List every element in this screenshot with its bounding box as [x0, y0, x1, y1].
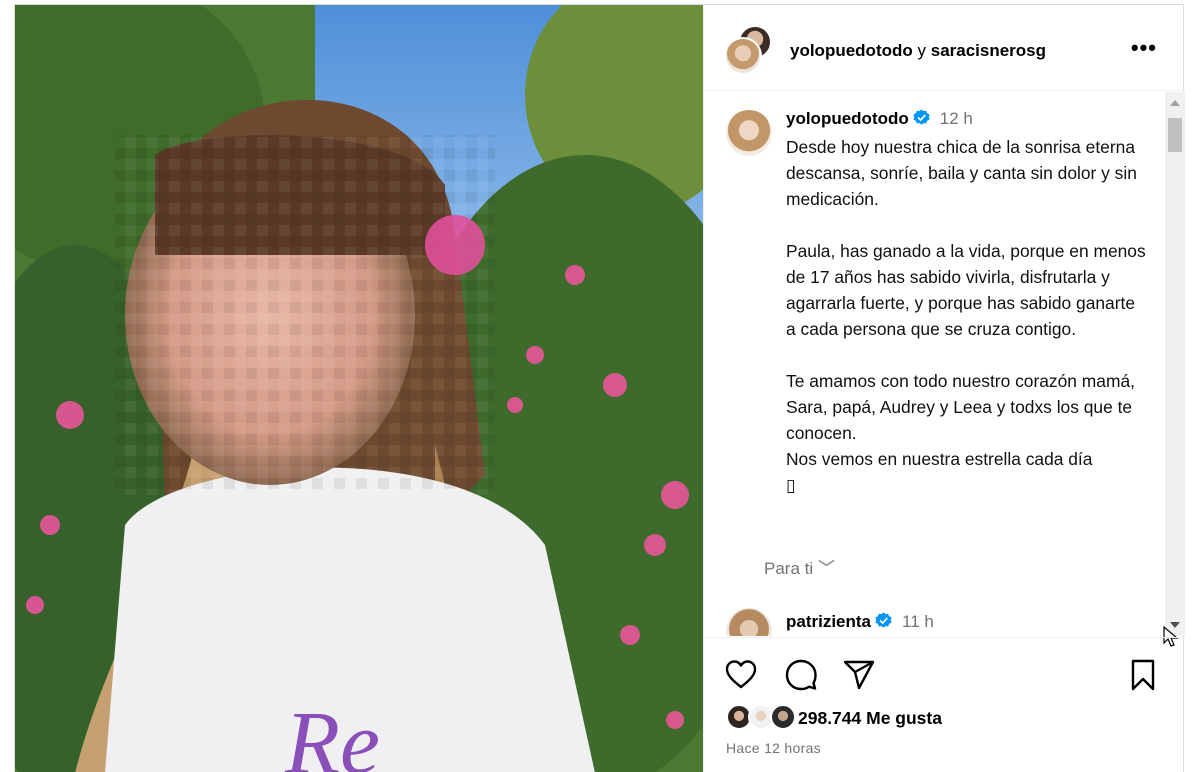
scrollbar[interactable] — [1165, 92, 1185, 636]
avatar-yolopuedotodo[interactable] — [724, 37, 762, 75]
comment-item: patrizienta 11 h — [726, 608, 1146, 636]
bookmark-icon[interactable] — [1126, 658, 1160, 692]
more-options-icon[interactable]: ••• — [1131, 35, 1157, 61]
comment-time[interactable]: 11 h — [902, 612, 934, 631]
comment-icon[interactable] — [784, 658, 818, 692]
translate-toggle[interactable]: Para ti ﹀ — [764, 554, 835, 579]
caption-meta: yolopuedotodo 12 h — [786, 108, 1146, 134]
author-link-2[interactable]: saracisnerosg — [931, 41, 1046, 60]
author-connector: y — [917, 41, 927, 60]
author-link-1[interactable]: yolopuedotodo — [790, 41, 913, 60]
photo-canvas: Re — [15, 5, 703, 772]
post-modal: Re yolopuedotodo y saracisnerosg ••• yol… — [14, 4, 1185, 772]
scrollbar-thumb[interactable] — [1168, 118, 1182, 152]
comment-avatar[interactable] — [726, 608, 772, 636]
comment-username[interactable]: patrizienta — [786, 612, 871, 631]
share-icon[interactable] — [842, 658, 876, 692]
post-photo[interactable]: Re — [15, 5, 703, 772]
caption-text: Desde hoy nuestra chica de la sonrisa et… — [786, 137, 1146, 495]
collab-avatars[interactable] — [724, 25, 774, 75]
liker-avatar-3[interactable] — [770, 704, 796, 730]
post-side-panel: yolopuedotodo y saracisnerosg ••• yolopu… — [703, 5, 1185, 772]
verified-badge-icon — [913, 109, 930, 125]
heart-icon[interactable] — [724, 658, 758, 692]
caption-time[interactable]: 12 h — [940, 109, 973, 128]
action-bar: 298.744 Me gusta Hace 12 horas — [704, 637, 1185, 772]
caption-body: yolopuedotodo 12 h Desde hoy nuestra chic… — [786, 108, 1146, 498]
caption-avatar[interactable] — [726, 110, 772, 156]
post-authors: yolopuedotodo y saracisnerosg — [790, 41, 1046, 61]
scroll-up-arrow[interactable] — [1165, 94, 1185, 112]
verified-badge-icon — [875, 612, 892, 628]
post-timestamp[interactable]: Hace 12 horas — [726, 740, 821, 756]
caption-username[interactable]: yolopuedotodo — [786, 109, 909, 128]
post-header: yolopuedotodo y saracisnerosg ••• — [704, 5, 1185, 91]
comment-meta: patrizienta 11 h — [786, 612, 934, 632]
svg-text:Re: Re — [284, 694, 380, 772]
comments-scroll-area[interactable]: yolopuedotodo 12 h Desde hoy nuestra chic… — [704, 92, 1185, 636]
likes-count[interactable]: 298.744 Me gusta — [798, 708, 942, 729]
